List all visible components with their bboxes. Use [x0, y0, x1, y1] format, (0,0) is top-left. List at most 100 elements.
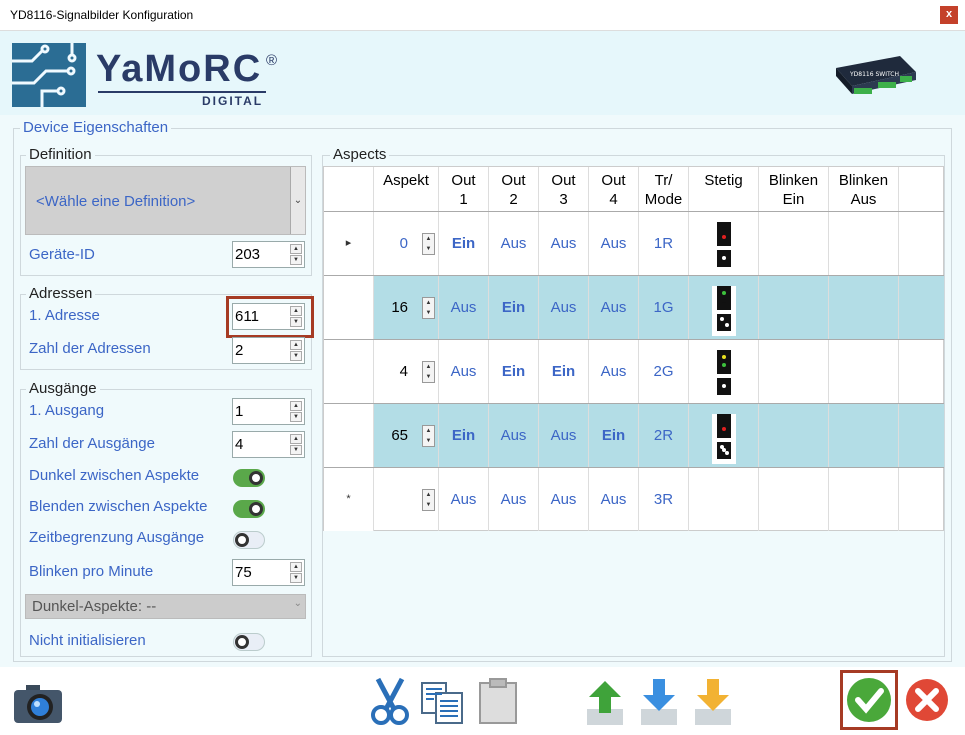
output-cell[interactable]: Aus: [589, 212, 639, 275]
stepper-down-icon[interactable]: ▼: [290, 255, 302, 265]
output-time-limit-toggle[interactable]: [233, 531, 265, 549]
output-cell[interactable]: Aus: [439, 276, 489, 339]
aspect-cell[interactable]: 65 ▲ ▼: [374, 404, 439, 467]
output-cell[interactable]: Aus: [589, 468, 639, 531]
row-selector[interactable]: ▸: [324, 212, 374, 275]
output-cell[interactable]: Aus: [489, 404, 539, 467]
aspect-cell[interactable]: ▲ ▼: [374, 468, 439, 531]
aspect-stepper-icon[interactable]: ▲ ▼: [422, 297, 435, 319]
output-cell[interactable]: Aus: [489, 468, 539, 531]
aspects-legend: Aspects: [330, 146, 390, 163]
addresses-legend: Adressen: [26, 285, 96, 302]
aspect-cell[interactable]: 4 ▲ ▼: [374, 340, 439, 403]
steady-signal-cell[interactable]: [689, 276, 759, 339]
move-up-yellow-icon[interactable]: [693, 679, 733, 727]
blink-per-minute-value: 75: [235, 564, 252, 581]
stepper-up-icon[interactable]: ▲: [290, 401, 302, 411]
stepper-up-icon[interactable]: ▲: [290, 244, 302, 254]
output-cell[interactable]: Aus: [589, 276, 639, 339]
blink-on-cell[interactable]: [759, 212, 829, 275]
close-window-button[interactable]: x: [940, 6, 958, 24]
blink-on-cell[interactable]: [759, 468, 829, 531]
aspect-stepper-icon[interactable]: ▲ ▼: [422, 233, 435, 255]
blink-on-cell[interactable]: [759, 404, 829, 467]
table-row[interactable]: 65 ▲ ▼ Ein Aus Aus Ein 2R: [324, 403, 944, 467]
no-init-label: Nicht initialisieren: [29, 632, 146, 649]
stepper-up-icon[interactable]: ▲: [290, 340, 302, 350]
mode-cell[interactable]: 1G: [639, 276, 689, 339]
blink-off-cell[interactable]: [829, 276, 899, 339]
stepper-up-icon[interactable]: ▲: [290, 562, 302, 572]
mode-cell[interactable]: 2R: [639, 404, 689, 467]
table-row[interactable]: 4 ▲ ▼ Aus Ein Ein Aus 2G: [324, 339, 944, 403]
output-cell[interactable]: Ein: [489, 340, 539, 403]
aspect-stepper-icon[interactable]: ▲ ▼: [422, 361, 435, 383]
blink-per-minute-stepper[interactable]: 75 ▲ ▼: [232, 559, 305, 586]
stepper-down-icon[interactable]: ▼: [290, 573, 302, 583]
output-count-value: 4: [235, 436, 244, 453]
row-selector[interactable]: [324, 340, 374, 403]
cancel-button[interactable]: [904, 677, 950, 723]
output-cell[interactable]: Aus: [439, 468, 489, 531]
address-count-stepper[interactable]: 2 ▲ ▼: [232, 337, 305, 364]
output-cell[interactable]: Aus: [539, 468, 589, 531]
scissors-icon[interactable]: [368, 677, 412, 727]
aspect-stepper-icon[interactable]: ▲ ▼: [422, 489, 435, 511]
blink-on-cell[interactable]: [759, 276, 829, 339]
move-down-icon[interactable]: [639, 679, 679, 727]
blink-off-cell[interactable]: [829, 212, 899, 275]
blink-off-cell[interactable]: [829, 404, 899, 467]
output-cell[interactable]: Aus: [539, 276, 589, 339]
paste-icon[interactable]: [478, 677, 518, 725]
mode-cell[interactable]: 3R: [639, 468, 689, 531]
device-id-stepper[interactable]: 203 ▲ ▼: [232, 241, 305, 268]
blink-off-cell[interactable]: [829, 468, 899, 531]
chevron-down-icon[interactable]: ⌄: [290, 167, 305, 234]
row-selector[interactable]: [324, 276, 374, 339]
stepper-down-icon[interactable]: ▼: [290, 412, 302, 422]
output-cell[interactable]: Ein: [589, 404, 639, 467]
camera-icon[interactable]: [12, 683, 64, 725]
blink-on-cell[interactable]: [759, 340, 829, 403]
mode-cell[interactable]: 1R: [639, 212, 689, 275]
ok-button[interactable]: [840, 670, 898, 730]
output-cell[interactable]: Aus: [589, 340, 639, 403]
fade-between-aspects-toggle[interactable]: [233, 500, 265, 518]
brand-underline: [98, 91, 266, 93]
output-cell[interactable]: Aus: [539, 404, 589, 467]
blink-off-cell[interactable]: [829, 340, 899, 403]
address-count-label: Zahl der Adressen: [29, 340, 151, 357]
output-cell[interactable]: Aus: [489, 212, 539, 275]
output-cell[interactable]: Ein: [439, 404, 489, 467]
row-selector[interactable]: *: [324, 468, 374, 531]
aspect-value: 65: [391, 427, 408, 444]
steady-signal-cell[interactable]: [689, 212, 759, 275]
stepper-down-icon[interactable]: ▼: [290, 445, 302, 455]
steady-signal-cell[interactable]: [689, 340, 759, 403]
output-cell[interactable]: Ein: [439, 212, 489, 275]
mode-cell[interactable]: 2G: [639, 340, 689, 403]
output-cell[interactable]: Ein: [539, 340, 589, 403]
steady-signal-cell[interactable]: [689, 468, 759, 531]
aspects-grid[interactable]: Aspekt Out 1 Out 2 Out 3 Out 4 Tr/Mode Steti…: [323, 166, 944, 531]
table-row[interactable]: * ▲ ▼ Aus Aus Aus Aus 3R: [324, 467, 944, 531]
table-row[interactable]: ▸ 0 ▲ ▼ Ein Aus Aus Aus 1R: [324, 211, 944, 275]
move-up-icon[interactable]: [585, 679, 625, 727]
aspect-cell[interactable]: 0 ▲ ▼: [374, 212, 439, 275]
no-init-toggle[interactable]: [233, 633, 265, 651]
copy-icon[interactable]: [420, 681, 466, 725]
stepper-down-icon[interactable]: ▼: [290, 351, 302, 361]
output-count-stepper[interactable]: 4 ▲ ▼: [232, 431, 305, 458]
steady-signal-cell[interactable]: [689, 404, 759, 467]
definition-select[interactable]: <Wähle eine Definition> ⌄: [25, 166, 306, 235]
aspect-stepper-icon[interactable]: ▲ ▼: [422, 425, 435, 447]
output-cell[interactable]: Aus: [539, 212, 589, 275]
stepper-up-icon[interactable]: ▲: [290, 434, 302, 444]
dark-between-aspects-toggle[interactable]: [233, 469, 265, 487]
first-output-stepper[interactable]: 1 ▲ ▼: [232, 398, 305, 425]
output-cell[interactable]: Aus: [439, 340, 489, 403]
aspect-cell[interactable]: 16 ▲ ▼: [374, 276, 439, 339]
row-selector[interactable]: [324, 404, 374, 467]
output-cell[interactable]: Ein: [489, 276, 539, 339]
table-row[interactable]: 16 ▲ ▼ Aus Ein Aus Aus 1G: [324, 275, 944, 339]
